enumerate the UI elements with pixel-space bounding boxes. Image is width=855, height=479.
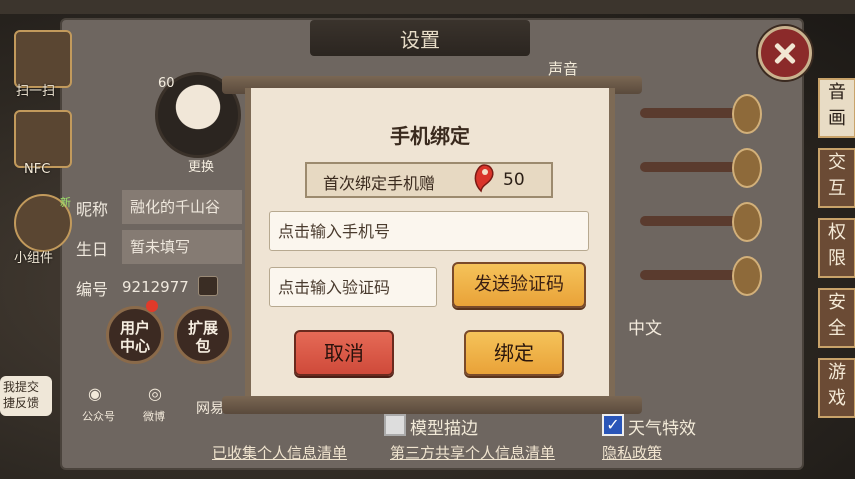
tab-security[interactable]: 安 全 (818, 288, 855, 348)
weather-effect-checkbox[interactable]: ✓ (602, 414, 624, 436)
magatama-icon (474, 164, 494, 193)
weather-effect-label: 天气特效 (628, 419, 696, 439)
volume-slider-4[interactable] (640, 270, 740, 280)
nfc-label: NFC (24, 162, 51, 177)
volume-slider-2[interactable] (640, 162, 740, 172)
code-input[interactable]: 点击输入验证码 (269, 267, 437, 307)
level-text: 60 (158, 76, 175, 91)
birthday-field[interactable]: 暂未填写 (122, 230, 242, 264)
weibo-label: 微博 (143, 410, 165, 423)
send-code-button[interactable]: 发送验证码 (452, 262, 586, 308)
slider-knob[interactable] (732, 256, 762, 296)
nickname-label: 昵称 (76, 200, 109, 219)
new-badge: 新 (60, 196, 71, 209)
reward-amount: 50 (503, 170, 525, 190)
model-outline-label: 模型描边 (410, 419, 478, 439)
scan-label: 扫一扫 (16, 84, 56, 99)
tab-audio-visual[interactable]: 音 画 (818, 78, 855, 138)
top-status-bar (0, 0, 855, 14)
wechat-icon[interactable]: ◉ (88, 384, 102, 403)
phone-input[interactable]: 点击输入手机号 (269, 211, 589, 251)
id-label: 编号 (76, 280, 109, 299)
netease-label[interactable]: 网易 (196, 398, 224, 418)
slider-knob[interactable] (732, 148, 762, 188)
cancel-button[interactable]: 取消 (294, 330, 394, 376)
change-avatar-button[interactable]: 更换 (188, 156, 214, 175)
volume-slider-3[interactable] (640, 216, 740, 226)
privacy-policy-link[interactable]: 隐私政策 (602, 442, 662, 463)
widget-label: 小组件 (14, 251, 54, 266)
settings-title: 设置 (400, 28, 440, 52)
expansion-pack-button[interactable]: 扩展 包 (174, 306, 232, 364)
language-value[interactable]: 中文 (628, 314, 662, 339)
collected-info-link[interactable]: 已收集个人信息清单 (212, 442, 347, 463)
slider-knob[interactable] (732, 202, 762, 242)
tab-interaction[interactable]: 交 互 (818, 148, 855, 208)
weibo-icon[interactable]: ◎ (148, 384, 162, 403)
feedback-button[interactable]: 我提交 捷反馈 (0, 376, 52, 416)
volume-slider-1[interactable] (640, 108, 740, 118)
model-outline-checkbox[interactable] (384, 414, 406, 436)
tab-permissions[interactable]: 权 限 (818, 218, 855, 278)
slider-knob[interactable] (732, 94, 762, 134)
reward-text: 首次绑定手机赠 (323, 174, 436, 193)
user-center-button[interactable]: 用户 中心 (106, 306, 164, 364)
tab-game[interactable]: 游 戏 (818, 358, 855, 418)
nickname-field[interactable]: 融化的千山谷 (122, 190, 242, 224)
dialog-scroll-bottom (222, 396, 642, 414)
birthday-label: 生日 (76, 240, 109, 259)
nfc-icon[interactable] (14, 110, 72, 168)
third-party-info-link[interactable]: 第三方共享个人信息清单 (390, 442, 555, 463)
bind-button[interactable]: 绑定 (464, 330, 564, 376)
close-icon[interactable] (758, 26, 812, 80)
id-value: 9212977 (122, 278, 189, 296)
copy-icon[interactable] (198, 276, 218, 296)
wechat-label: 公众号 (82, 410, 115, 423)
notification-dot (146, 300, 158, 312)
dialog-title: 手机绑定 (390, 124, 470, 148)
